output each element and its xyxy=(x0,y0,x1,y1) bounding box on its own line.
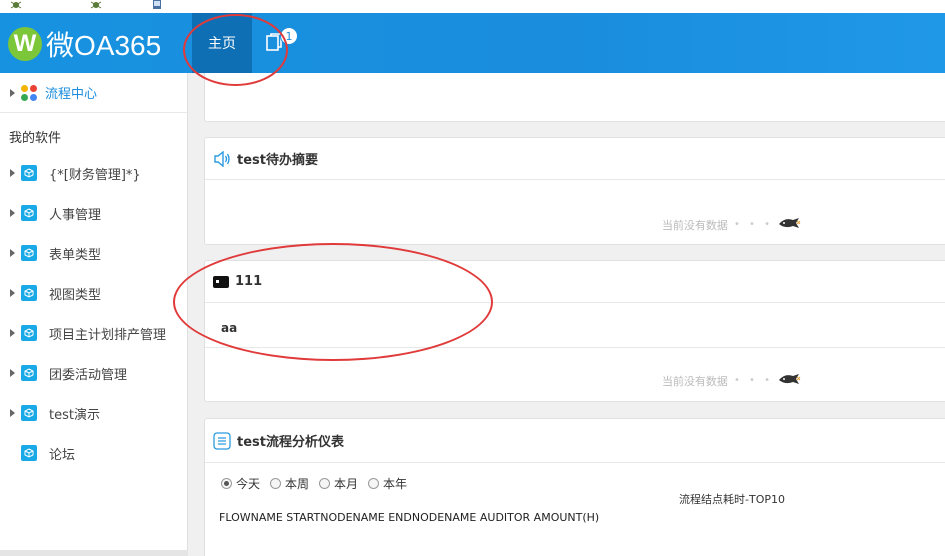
radio-label: 本年 xyxy=(383,477,408,491)
speaker-icon xyxy=(213,150,231,167)
bug-icon xyxy=(90,1,102,9)
panel-top-partial xyxy=(204,73,945,122)
expand-arrow-icon xyxy=(10,249,15,257)
sidebar-item-finance[interactable]: {*[财务管理]*} xyxy=(0,153,187,193)
radio-this-week[interactable]: 本周 xyxy=(270,475,309,492)
panel-flow-analysis: test流程分析仪表 今天 本周 本月 本年 流程结点耗时-TOP10 FLOW… xyxy=(204,418,945,556)
dots: • • • xyxy=(733,219,773,230)
radio-this-year[interactable]: 本年 xyxy=(368,475,407,492)
sidebar-item-hr[interactable]: 人事管理 xyxy=(0,193,187,233)
sidebar-item-forum[interactable]: 论坛 xyxy=(0,433,187,473)
apps-icon xyxy=(21,84,37,101)
sidebar-item-label: 人事管理 xyxy=(49,207,102,223)
logo[interactable]: W 微OA365 xyxy=(8,27,161,61)
panel-header: test待办摘要 xyxy=(205,138,945,180)
period-radio-group: 今天 本周 本月 本年 xyxy=(205,463,945,492)
sidebar-scrollbar[interactable] xyxy=(0,550,188,556)
sidebar: 流程中心 我的软件 {*[财务管理]*} 人事管理 表单类型 视图类型 项目主计… xyxy=(0,73,188,556)
card-icon xyxy=(213,275,229,289)
panel-header: 111 xyxy=(205,261,945,303)
cube-icon xyxy=(21,405,37,421)
radio-label: 今天 xyxy=(236,477,261,491)
cube-icon xyxy=(21,165,37,181)
no-data-message: 当前没有数据 • • • xyxy=(662,215,801,234)
cube-icon xyxy=(21,285,37,301)
sidebar-item-label: test演示 xyxy=(49,407,100,423)
cube-icon xyxy=(21,205,37,221)
sidebar-item-form-types[interactable]: 表单类型 xyxy=(0,233,187,273)
bird-icon xyxy=(777,371,801,390)
expand-arrow-icon xyxy=(10,369,15,377)
list-icon xyxy=(213,431,231,450)
radio-label: 本周 xyxy=(285,477,310,491)
top-strip xyxy=(0,0,945,13)
expand-arrow-icon xyxy=(10,209,15,217)
radio-today[interactable]: 今天 xyxy=(221,475,260,492)
nav-home-tab[interactable]: 主页 xyxy=(192,13,252,73)
panel-title: test流程分析仪表 xyxy=(237,435,344,450)
expand-arrow-icon xyxy=(10,88,15,97)
expand-arrow-icon xyxy=(10,409,15,417)
radio-circle[interactable] xyxy=(221,478,232,489)
sidebar-item-label: 论坛 xyxy=(49,447,76,463)
no-data-message: 当前没有数据 • • • xyxy=(662,371,801,390)
cube-icon xyxy=(21,445,37,461)
tabs-count-badge: 1 xyxy=(280,27,298,45)
expand-arrow-icon xyxy=(10,169,15,177)
sidebar-item-label: 表单类型 xyxy=(49,247,102,263)
sidebar-item-label: 视图类型 xyxy=(49,287,102,303)
radio-circle[interactable] xyxy=(319,478,331,489)
no-data-text: 当前没有数据 xyxy=(661,218,728,232)
radio-label: 本月 xyxy=(334,477,359,491)
sidebar-item-label: 流程中心 xyxy=(45,87,98,102)
expand-arrow-icon xyxy=(10,289,15,297)
app-header: W 微OA365 主页 1 xyxy=(0,13,945,73)
panel-111: 111 aa 当前没有数据 • • • xyxy=(204,260,945,402)
logo-badge: W xyxy=(8,27,42,61)
chart-title: 流程结点耗时-TOP10 xyxy=(679,493,785,506)
sidebar-item-label: 团委活动管理 xyxy=(49,367,128,383)
panel-header: test流程分析仪表 xyxy=(205,419,945,463)
main-content: test待办摘要 当前没有数据 • • • 111 aa 当前没有数据 • • … xyxy=(188,73,945,556)
radio-circle[interactable] xyxy=(270,478,282,489)
panel-content-text: aa xyxy=(205,303,945,348)
expand-arrow-icon xyxy=(10,329,15,337)
section-title-my-software: 我的软件 xyxy=(9,131,62,146)
cube-icon xyxy=(21,245,37,261)
table-column-headers: FLOWNAME STARTNODENAME ENDNODENAME AUDIT… xyxy=(219,511,600,524)
panel-todo-summary: test待办摘要 当前没有数据 • • • xyxy=(204,137,945,245)
no-data-text: 当前没有数据 xyxy=(661,374,728,388)
panel-title: test待办摘要 xyxy=(237,153,318,168)
sidebar-item-label: {*[财务管理]*} xyxy=(49,167,141,183)
sidebar-item-project-plan[interactable]: 项目主计划排产管理 xyxy=(0,313,187,353)
sidebar-item-label: 项目主计划排产管理 xyxy=(49,327,167,343)
radio-circle[interactable] xyxy=(368,478,380,489)
panel-title: 111 xyxy=(235,274,263,289)
bug-icon xyxy=(10,1,22,9)
cube-icon xyxy=(21,365,37,381)
sidebar-item-view-types[interactable]: 视图类型 xyxy=(0,273,187,313)
sidebar-item-flow-center[interactable]: 流程中心 xyxy=(0,73,187,113)
sidebar-item-test-demo[interactable]: test演示 xyxy=(0,393,187,433)
device-icon xyxy=(153,0,161,9)
logo-text: 微OA365 xyxy=(46,30,162,61)
bird-icon xyxy=(777,215,801,234)
dots: • • • xyxy=(733,375,773,386)
radio-this-month[interactable]: 本月 xyxy=(319,475,358,492)
sidebar-item-league-activities[interactable]: 团委活动管理 xyxy=(0,353,187,393)
cube-icon xyxy=(21,325,37,341)
